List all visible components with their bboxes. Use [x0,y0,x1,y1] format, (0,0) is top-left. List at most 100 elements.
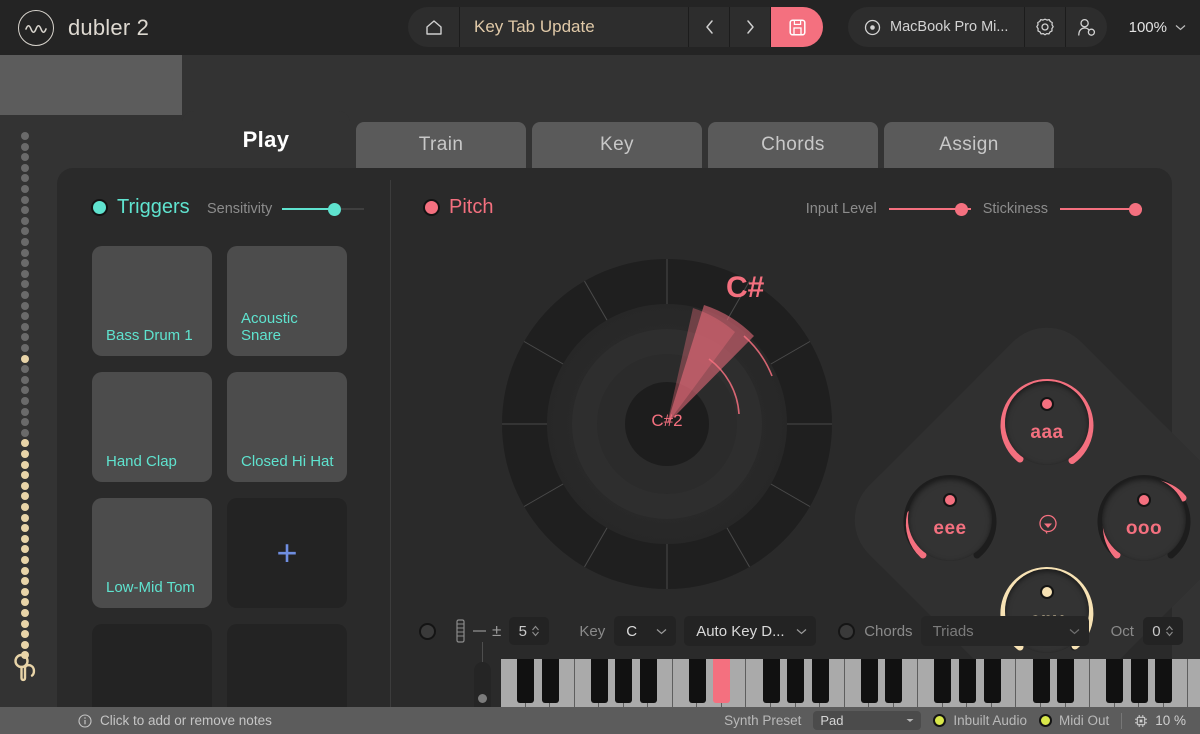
meter-dot [21,397,29,405]
pitch-bend-value: 5 [519,623,527,640]
zoom-level-selector[interactable]: 100% [1129,0,1186,55]
pitch-sliders: Input Level Stickiness [806,201,1142,217]
black-key[interactable] [787,659,804,703]
black-key[interactable] [640,659,657,703]
spinner-arrows-icon[interactable] [531,624,540,638]
black-key[interactable] [984,659,1001,703]
scale-select[interactable]: Auto Key D... [684,616,816,646]
status-right-group: Synth Preset Pad Inbuilt Audio Midi Out [724,711,1186,730]
black-key[interactable] [615,659,632,703]
tab-assign[interactable]: Assign [884,122,1054,168]
gear-icon[interactable] [1025,7,1066,47]
brand: dubler 2 [18,10,149,46]
tab-chords[interactable]: Chords [708,122,878,168]
next-preset-button[interactable] [730,7,771,47]
key-label: Key [579,623,605,640]
preset-name-input[interactable]: Key Tab Update [460,7,689,47]
black-key[interactable] [1106,659,1123,703]
knob-label: aaa [996,422,1098,444]
slider-knob[interactable] [955,203,968,216]
key-select[interactable]: C [614,616,676,646]
glide-toggle-icon[interactable] [419,623,436,640]
black-key[interactable] [1155,659,1172,703]
trigger-pad-label: Bass Drum 1 [106,327,202,344]
black-key[interactable] [885,659,902,703]
knob-ooo[interactable]: ooo [1093,468,1195,570]
midi-out-toggle[interactable]: Midi Out [1039,713,1109,728]
tab-play[interactable]: Play [182,111,350,168]
voice-bubble-icon[interactable] [1033,510,1063,540]
user-settings-icon[interactable] [1066,7,1107,47]
meter-dot [21,355,29,363]
inbuilt-audio-toggle[interactable]: Inbuilt Audio [933,713,1027,728]
brand-name: dubler 2 [68,15,149,41]
sensitivity-slider[interactable] [282,202,364,216]
home-icon[interactable] [408,7,460,47]
triggers-title: Triggers [117,196,190,219]
add-trigger-pad-button[interactable]: + [227,498,347,608]
black-key[interactable] [689,659,706,703]
keyboard-velocity-slider[interactable] [474,642,491,708]
black-key[interactable] [1057,659,1074,703]
tab-key[interactable]: Key [532,122,702,168]
spinner-arrows-icon[interactable] [1165,624,1174,638]
slider-knob[interactable] [328,203,341,216]
octave-stepper[interactable]: 0 [1143,617,1183,645]
glide-slider-icon[interactable] [454,619,467,643]
synth-preset-select[interactable]: Pad [813,711,921,730]
dash-icon [473,630,486,632]
plus-icon: + [227,498,347,608]
octave-value: 0 [1152,623,1160,640]
midi-out-label: Midi Out [1059,713,1109,728]
save-preset-button[interactable] [771,7,823,47]
black-key[interactable] [517,659,534,703]
input-level-dot-meter [18,132,36,662]
pitch-bend-sign: ± [492,621,501,641]
chords-status-led-icon[interactable] [838,623,855,640]
trigger-pad[interactable]: Hand Clap [92,372,212,482]
trigger-pad[interactable]: Bass Drum 1 [92,246,212,356]
trigger-pad-label: Acoustic Snare [241,310,337,345]
tab-train[interactable]: Train [356,122,526,168]
meter-dot [21,503,29,511]
black-key[interactable] [861,659,878,703]
input-level-slider[interactable] [889,202,971,216]
black-key-active[interactable] [713,659,730,703]
audio-device-selector[interactable]: MacBook Pro Mi... [848,7,1025,47]
black-key[interactable] [959,659,976,703]
triggers-status-led-icon[interactable] [91,199,108,216]
knob-eee[interactable]: eee [899,468,1001,570]
triggers-header: Triggers [91,196,190,219]
black-key[interactable] [1033,659,1050,703]
meter-dot [21,641,29,649]
trigger-pad-label: Low-Mid Tom [106,579,202,596]
black-key[interactable] [1131,659,1148,703]
chords-type-select[interactable]: Triads [921,616,1089,646]
meter-dot [21,270,29,278]
pitch-status-led-icon[interactable] [423,199,440,216]
prev-preset-button[interactable] [689,7,730,47]
trigger-pad[interactable]: Acoustic Snare [227,246,347,356]
black-key[interactable] [591,659,608,703]
black-key[interactable] [542,659,559,703]
knob-aaa[interactable]: aaa [996,372,1098,474]
pitch-control-row: ± 5 Key C Auto Key D... [419,613,1183,649]
slider-knob[interactable] [478,694,487,703]
record-circle-icon [864,19,881,36]
status-led-icon [933,714,946,727]
black-key[interactable] [934,659,951,703]
trigger-pad[interactable]: Low-Mid Tom [92,498,212,608]
black-key[interactable] [763,659,780,703]
pitch-bend-stepper[interactable]: 5 [509,617,549,645]
info-circle-icon [78,714,92,728]
top-bar: dubler 2 Key Tab Update [0,0,1200,55]
meter-dot [21,386,29,394]
cpu-chip-icon [1134,714,1148,728]
slider-fill [282,208,334,210]
pitch-wheel[interactable]: C# C#2 [494,251,840,597]
stickiness-slider[interactable] [1060,202,1142,216]
shell-notch [0,55,182,115]
black-key[interactable] [812,659,829,703]
trigger-pad[interactable]: Closed Hi Hat [227,372,347,482]
slider-knob[interactable] [1129,203,1142,216]
